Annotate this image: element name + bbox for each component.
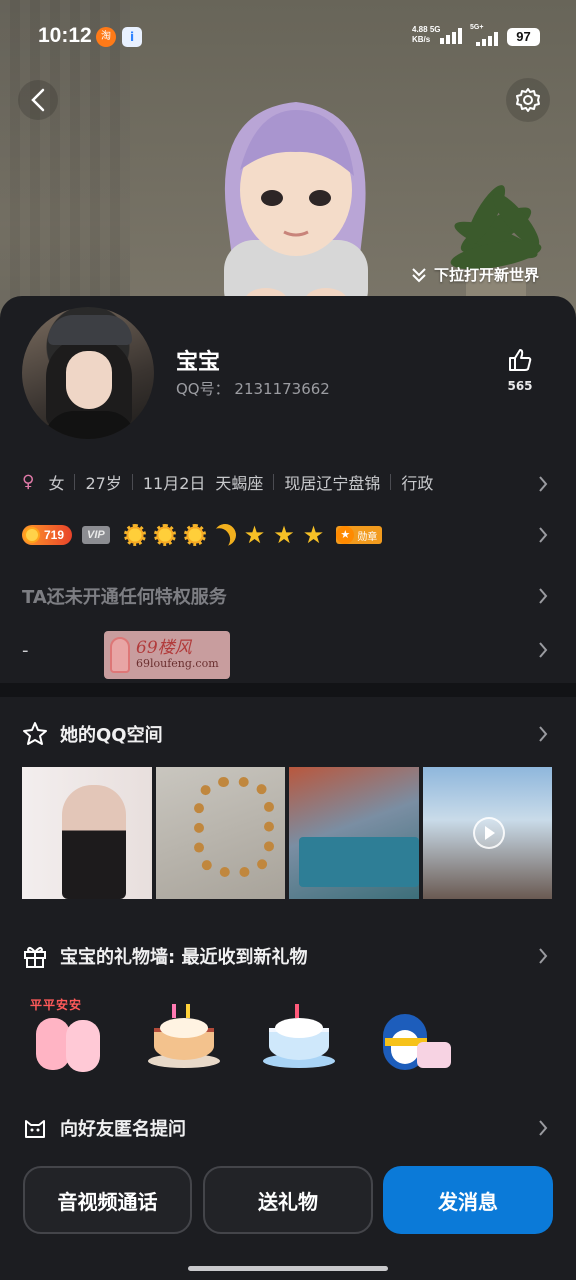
- basic-info-row[interactable]: ♀ 女 27岁 11月2日 天蝎座 现居辽宁盘锦 行政: [0, 462, 576, 502]
- location: 现居辽宁盘锦: [284, 474, 381, 493]
- gift-pig-pair[interactable]: 平平安安: [30, 996, 104, 1082]
- back-button[interactable]: [18, 80, 58, 120]
- pull-hint-text: 下拉打开新世界: [434, 266, 540, 284]
- privilege-text: TA还未开通任何特权服务: [22, 587, 227, 608]
- app-notification-icon: i: [122, 27, 142, 47]
- anonymous-question-row[interactable]: 向好友匿名提问: [0, 1108, 576, 1148]
- nickname: 宝宝: [176, 350, 221, 375]
- chevron-right-icon: [539, 588, 548, 604]
- chevron-right-icon: [539, 726, 548, 742]
- taobao-notification-icon: 淘: [96, 27, 116, 47]
- occupation: 行政: [401, 474, 434, 493]
- gender: 女: [48, 474, 65, 493]
- status-bar: 10:12 淘 i 4.88 5G KB/s 5G+ 97: [0, 0, 576, 76]
- qq-level-badge: 719: [22, 525, 73, 545]
- qzone-section-header[interactable]: 她的QQ空间: [0, 714, 576, 754]
- avatar[interactable]: [22, 307, 154, 439]
- anonymous-question-title: 向好友匿名提问: [60, 1119, 186, 1140]
- avatar-3d-figure: [224, 102, 368, 320]
- chevron-left-icon: [31, 88, 45, 112]
- gift-cream-cake[interactable]: [261, 996, 335, 1082]
- gift-wall-header[interactable]: 宝宝的礼物墙: 最近收到新礼物: [0, 936, 576, 976]
- level-badge-row[interactable]: 719 VIP ★ ★ ★ ★ 勋章: [0, 518, 576, 552]
- qzone-photo-strip: [22, 767, 552, 899]
- battery-icon: 97: [507, 28, 540, 46]
- send-message-button[interactable]: 发消息: [383, 1166, 553, 1234]
- medal-icon: ★: [336, 526, 355, 544]
- star-level-icon: ★: [273, 521, 295, 549]
- section-divider: [0, 683, 576, 697]
- watermark-title: 69楼风: [136, 638, 192, 659]
- vip-badge: VIP: [82, 526, 110, 544]
- sun-level-icon: [123, 524, 146, 546]
- gift-caption: 平平安安: [30, 998, 83, 1012]
- qzone-video[interactable]: [422, 767, 552, 899]
- like-count: 565: [507, 379, 533, 393]
- gift-icon: [24, 946, 46, 968]
- zodiac: 天蝎座: [215, 474, 264, 493]
- signature-text: -: [22, 639, 29, 661]
- status-time: 10:12: [38, 24, 92, 47]
- qq-number: QQ号： 2131173662: [176, 380, 330, 398]
- double-chevron-down-icon: [412, 267, 426, 282]
- female-icon: ♀: [22, 472, 35, 492]
- cat-face-icon: [25, 1120, 45, 1138]
- watermark-url: 69loufeng.com: [136, 657, 219, 671]
- chevron-right-icon: [539, 948, 548, 964]
- gift-penguin-cake[interactable]: [377, 996, 451, 1082]
- send-gift-button[interactable]: 送礼物: [203, 1166, 373, 1234]
- qzone-title: 她的QQ空间: [60, 725, 163, 746]
- like-button[interactable]: 565: [502, 347, 538, 393]
- coin-icon: [24, 527, 40, 543]
- gear-icon: [516, 88, 540, 112]
- sun-level-icon: [153, 524, 176, 546]
- moon-level-icon: [211, 521, 239, 549]
- age: 27岁: [85, 474, 122, 493]
- signal-icon: [440, 28, 462, 44]
- chevron-right-icon: [539, 642, 548, 658]
- watermark-figure-icon: [110, 637, 130, 673]
- home-indicator[interactable]: [188, 1266, 388, 1271]
- signature-row[interactable]: -: [0, 630, 576, 670]
- qzone-photo[interactable]: [289, 767, 419, 899]
- thumbs-up-icon: [509, 349, 532, 371]
- watermark-logo: 69楼风 69loufeng.com: [104, 631, 230, 679]
- gift-wall-title: 宝宝的礼物墙: 最近收到新礼物: [60, 947, 308, 968]
- settings-button[interactable]: [506, 78, 550, 122]
- gift-list: 平平安安: [30, 996, 451, 1082]
- chevron-right-icon: [539, 476, 548, 492]
- qzone-photo[interactable]: [22, 767, 152, 899]
- sun-level-icon: [183, 524, 206, 546]
- qzone-photo[interactable]: [155, 767, 285, 899]
- star-outline-icon: [23, 722, 47, 745]
- medal-badge: ★ 勋章: [336, 526, 383, 544]
- pull-down-hint[interactable]: 下拉打开新世界: [410, 264, 539, 285]
- gift-birthday-cake[interactable]: [146, 996, 220, 1082]
- privilege-row[interactable]: TA还未开通任何特权服务: [0, 576, 576, 616]
- star-level-icon: ★: [243, 521, 266, 549]
- net-speed: 4.88 5G KB/s: [412, 25, 441, 44]
- signal-icon-2: [476, 30, 498, 46]
- profile-cover[interactable]: 10:12 淘 i 4.88 5G KB/s 5G+ 97 下拉打开新世界: [0, 0, 576, 320]
- chevron-right-icon: [539, 527, 548, 543]
- play-icon: [472, 817, 505, 849]
- chevron-right-icon: [539, 1120, 548, 1136]
- star-level-icon: ★: [302, 521, 325, 549]
- video-call-button[interactable]: 音视频通话: [23, 1166, 192, 1234]
- birthday: 11月2日: [142, 474, 206, 493]
